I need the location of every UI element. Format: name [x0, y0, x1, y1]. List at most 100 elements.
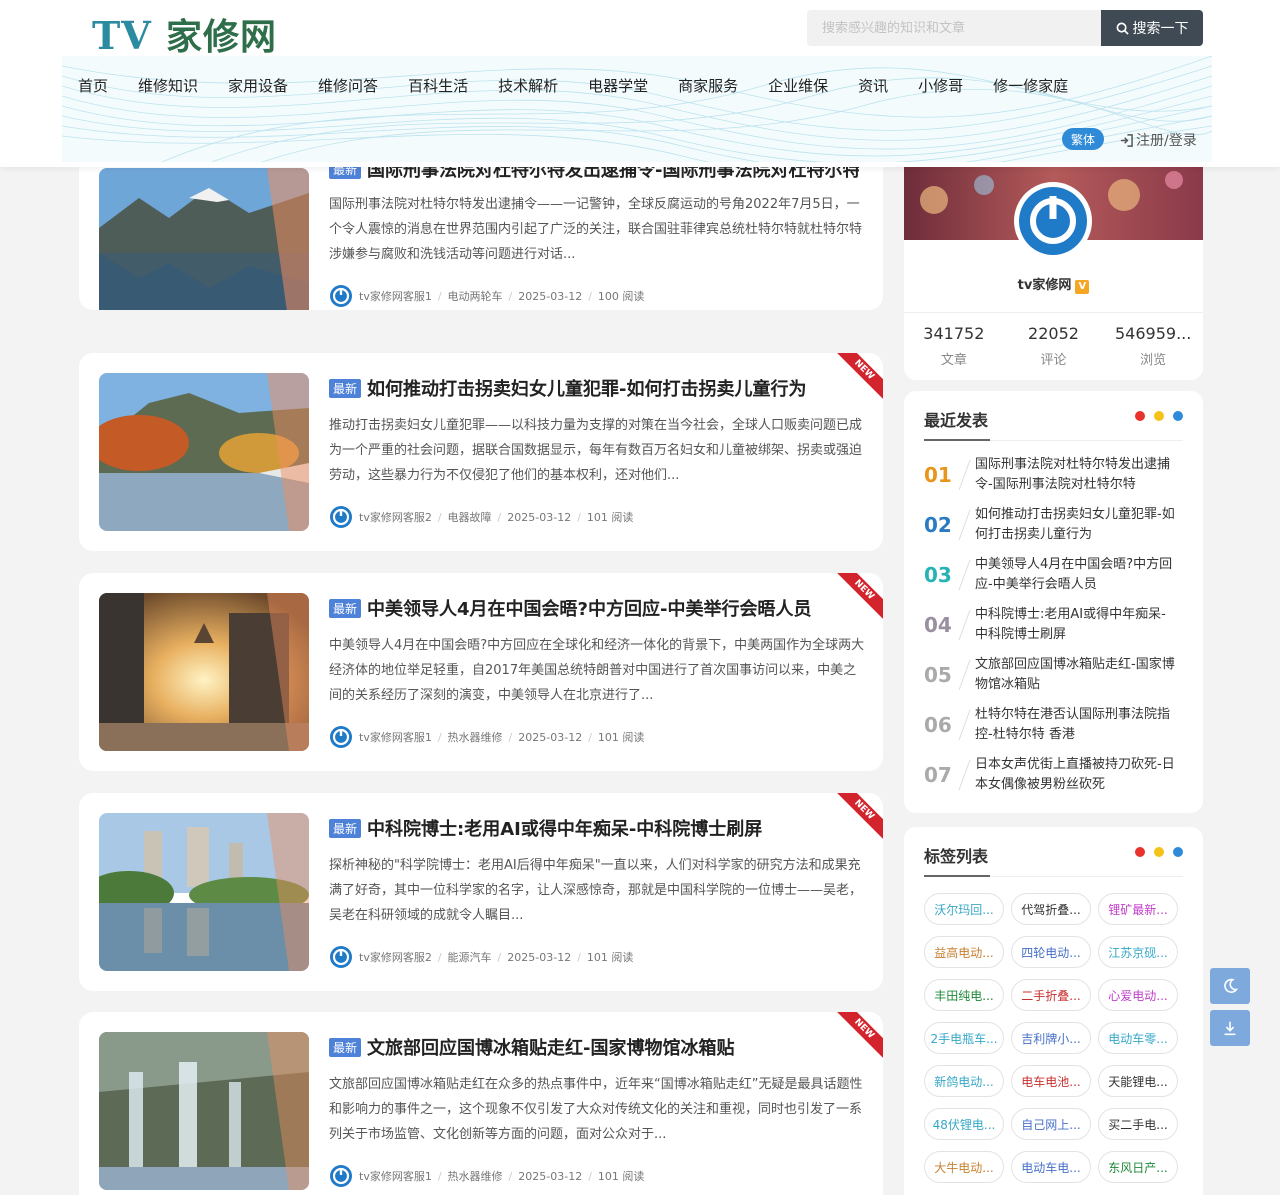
tag-pill[interactable]: 电车电池... — [1011, 1065, 1091, 1097]
main-nav: 首页 维修知识 家用设备 维修问答 百科生活 技术解析 电器学堂 商家服务 企业… — [78, 75, 1098, 96]
nav-item-repair-qa[interactable]: 维修问答 — [318, 75, 378, 96]
profile-name[interactable]: tv家修网 V — [904, 274, 1203, 294]
tag-pill[interactable]: 天能锂电... — [1098, 1065, 1178, 1097]
author-name[interactable]: tv家修网客服1 — [359, 288, 432, 304]
article-category[interactable]: 热水器维修 — [448, 729, 503, 745]
article-meta: tv家修网客服1/ 热水器维修/ 2025-03-12/ 101 阅读 — [329, 725, 644, 749]
login-label: 注册/登录 — [1136, 133, 1197, 149]
tag-pill[interactable]: 大牛电动... — [924, 1151, 1004, 1183]
new-badge: 最新 — [329, 1037, 362, 1057]
article-card[interactable]: NEW 最新 中美领导人4月在中国会晤?中方回应-中美举行会晤人员 中美领导人4月… — [79, 573, 883, 771]
nav-item-enterprise[interactable]: 企业维保 — [768, 75, 828, 96]
article-meta: tv家修网客服1/ 热水器维修/ 2025-03-12/ 101 阅读 — [329, 1164, 644, 1188]
nav-item-home-appliances[interactable]: 家用设备 — [228, 75, 288, 96]
article-card[interactable]: NEW 最新 中科院博士:老用AI或得中年痴呆-中科院博士刷屏 探析神秘的"科学院… — [79, 793, 883, 991]
article-title[interactable]: 最新 如何推动打击拐卖妇女儿童犯罪-如何打击拐卖儿童行为 — [329, 375, 859, 401]
tag-cloud: 沃尔玛回... 代驾折叠... 锂矿最新... 益高电动... 四轮电动... 江苏京砚.… — [924, 893, 1189, 1183]
author-avatar[interactable] — [329, 1164, 353, 1188]
tag-pill[interactable]: 新鸽电动... — [924, 1065, 1004, 1097]
author-avatar[interactable] — [329, 505, 353, 529]
tag-pill[interactable]: 丰田纯电... — [924, 979, 1004, 1011]
stat-views: 546959... 浏览 — [1115, 324, 1192, 368]
recent-posts-widget: 最近发表 01 国际刑事法院对杜特尔特发出逮捕令-国际刑事法院对杜特尔特 02 如何推… — [904, 391, 1203, 813]
author-avatar[interactable] — [329, 725, 353, 749]
article-title[interactable]: 最新 中美领导人4月在中国会晤?中方回应-中美举行会晤人员 — [329, 595, 859, 621]
tag-pill[interactable]: 电动车电... — [1011, 1151, 1091, 1183]
nav-item-news[interactable]: 资讯 — [858, 75, 888, 96]
tag-pill[interactable]: 吉利牌小... — [1011, 1022, 1091, 1054]
recent-post-item[interactable]: 05 文旅部回应国博冰箱贴走红-国家博物馆冰箱贴 — [924, 654, 1183, 696]
article-category[interactable]: 热水器维修 — [448, 1168, 503, 1184]
window-dots — [1135, 847, 1183, 857]
article-title[interactable]: 最新 中科院博士:老用AI或得中年痴呆-中科院博士刷屏 — [329, 815, 859, 841]
author-name[interactable]: tv家修网客服1 — [359, 729, 432, 745]
nav-item-home[interactable]: 首页 — [78, 75, 108, 96]
tag-pill[interactable]: 代驾折叠... — [1011, 893, 1091, 925]
tag-pill[interactable]: 2手电瓶车... — [924, 1022, 1004, 1054]
nav-item-repair-knowledge[interactable]: 维修知识 — [138, 75, 198, 96]
author-name[interactable]: tv家修网客服2 — [359, 509, 432, 525]
recent-post-item[interactable]: 02 如何推动打击拐卖妇女儿童犯罪-如何打击拐卖儿童行为 — [924, 504, 1183, 546]
tag-pill[interactable]: 二手折叠... — [1011, 979, 1091, 1011]
article-thumbnail[interactable] — [99, 168, 309, 310]
recent-post-item[interactable]: 03 中美领导人4月在中国会晤?中方回应-中美举行会晤人员 — [924, 554, 1183, 596]
tag-pill[interactable]: 48伏锂电... — [924, 1108, 1004, 1140]
article-excerpt: 文旅部回应国博冰箱贴走红在众多的热点事件中，近年来“国博冰箱贴走红”无疑是最具话… — [329, 1077, 863, 1142]
article-thumbnail[interactable] — [99, 373, 309, 531]
profile-avatar[interactable] — [1014, 182, 1092, 260]
article-card[interactable]: NEW 最新 文旅部回应国博冰箱贴走红-国家博物馆冰箱贴 文旅部回应国博冰箱贴走红… — [79, 1012, 883, 1195]
author-name[interactable]: tv家修网客服1 — [359, 1168, 432, 1184]
tag-pill[interactable]: 心爱电动... — [1098, 979, 1178, 1011]
tag-pill[interactable]: 锂矿最新... — [1098, 893, 1178, 925]
recent-post-item[interactable]: 01 国际刑事法院对杜特尔特发出逮捕令-国际刑事法院对杜特尔特 — [924, 454, 1183, 496]
tag-pill[interactable]: 自己网上... — [1011, 1108, 1091, 1140]
profile-stats: 341752 文章 22052 评论 546959... 浏览 — [904, 324, 1203, 368]
logo-tv: TV — [92, 13, 152, 58]
article-category[interactable]: 电器故障 — [448, 509, 492, 525]
tag-pill[interactable]: 东风日产... — [1098, 1151, 1178, 1183]
article-category[interactable]: 能源汽车 — [448, 949, 492, 965]
tag-pill[interactable]: 电动车零... — [1098, 1022, 1178, 1054]
nav-item-xiuge[interactable]: 小修哥 — [918, 75, 963, 96]
author-avatar[interactable] — [329, 945, 353, 969]
nav-item-tech-analysis[interactable]: 技术解析 — [498, 75, 558, 96]
nav-item-merchant-service[interactable]: 商家服务 — [678, 75, 738, 96]
author-avatar[interactable] — [329, 284, 353, 308]
article-category[interactable]: 电动两轮车 — [448, 288, 503, 304]
article-thumbnail[interactable] — [99, 1032, 309, 1190]
article-date: 2025-03-12 — [518, 289, 583, 303]
traditional-toggle[interactable]: 繁体 — [1062, 128, 1104, 150]
article-thumbnail[interactable] — [99, 813, 309, 971]
article-thumbnail[interactable] — [99, 593, 309, 751]
tag-pill[interactable]: 益高电动... — [924, 936, 1004, 968]
login-link[interactable]: 注册/登录 — [1120, 130, 1197, 150]
nav-item-encyclopedia[interactable]: 百科生活 — [408, 75, 468, 96]
tag-pill[interactable]: 四轮电动... — [1011, 936, 1091, 968]
article-title[interactable]: 最新 文旅部回应国博冰箱贴走红-国家博物馆冰箱贴 — [329, 1034, 859, 1060]
article-card[interactable]: NEW 最新 如何推动打击拐卖妇女儿童犯罪-如何打击拐卖儿童行为 推动打击拐卖妇女… — [79, 353, 883, 551]
widget-title: 标签列表 — [924, 847, 989, 866]
author-name[interactable]: tv家修网客服2 — [359, 949, 432, 965]
tag-pill[interactable]: 买二手电... — [1098, 1108, 1178, 1140]
rank-number: 05 — [924, 663, 952, 687]
nav-item-family[interactable]: 修一修家庭 — [993, 75, 1068, 96]
window-dots — [1135, 411, 1183, 421]
recent-post-item[interactable]: 04 中科院博士:老用AI或得中年痴呆-中科院博士刷屏 — [924, 604, 1183, 646]
search-input[interactable] — [807, 10, 1101, 46]
tag-pill[interactable]: 沃尔玛回... — [924, 893, 1004, 925]
tag-list-widget: 标签列表 沃尔玛回... 代驾折叠... 锂矿最新... 益高电动... 四轮电动...… — [904, 827, 1203, 1195]
rank-number: 03 — [924, 563, 952, 587]
tag-pill[interactable]: 江苏京砚... — [1098, 936, 1178, 968]
widget-title: 最近发表 — [924, 411, 989, 430]
dark-mode-button[interactable] — [1210, 968, 1250, 1004]
site-logo[interactable]: TV 家修网 — [92, 8, 277, 60]
recent-post-item[interactable]: 07 日本女声优街上直播被持刀砍死-日本女偶像被男粉丝砍死 — [924, 754, 1183, 796]
recent-post-item[interactable]: 06 杜特尔特在港否认国际刑事法院指控-杜特尔特 香港 — [924, 704, 1183, 746]
article-date: 2025-03-12 — [518, 1169, 583, 1183]
nav-item-appliance-school[interactable]: 电器学堂 — [588, 75, 648, 96]
download-button[interactable] — [1210, 1010, 1250, 1046]
article-views: 101 阅读 — [597, 731, 645, 744]
profile-card: tv家修网 V 341752 文章 22052 评论 546959... 浏览 — [904, 160, 1203, 380]
moon-icon — [1224, 978, 1239, 993]
search-button[interactable]: 搜索一下 — [1101, 10, 1203, 46]
